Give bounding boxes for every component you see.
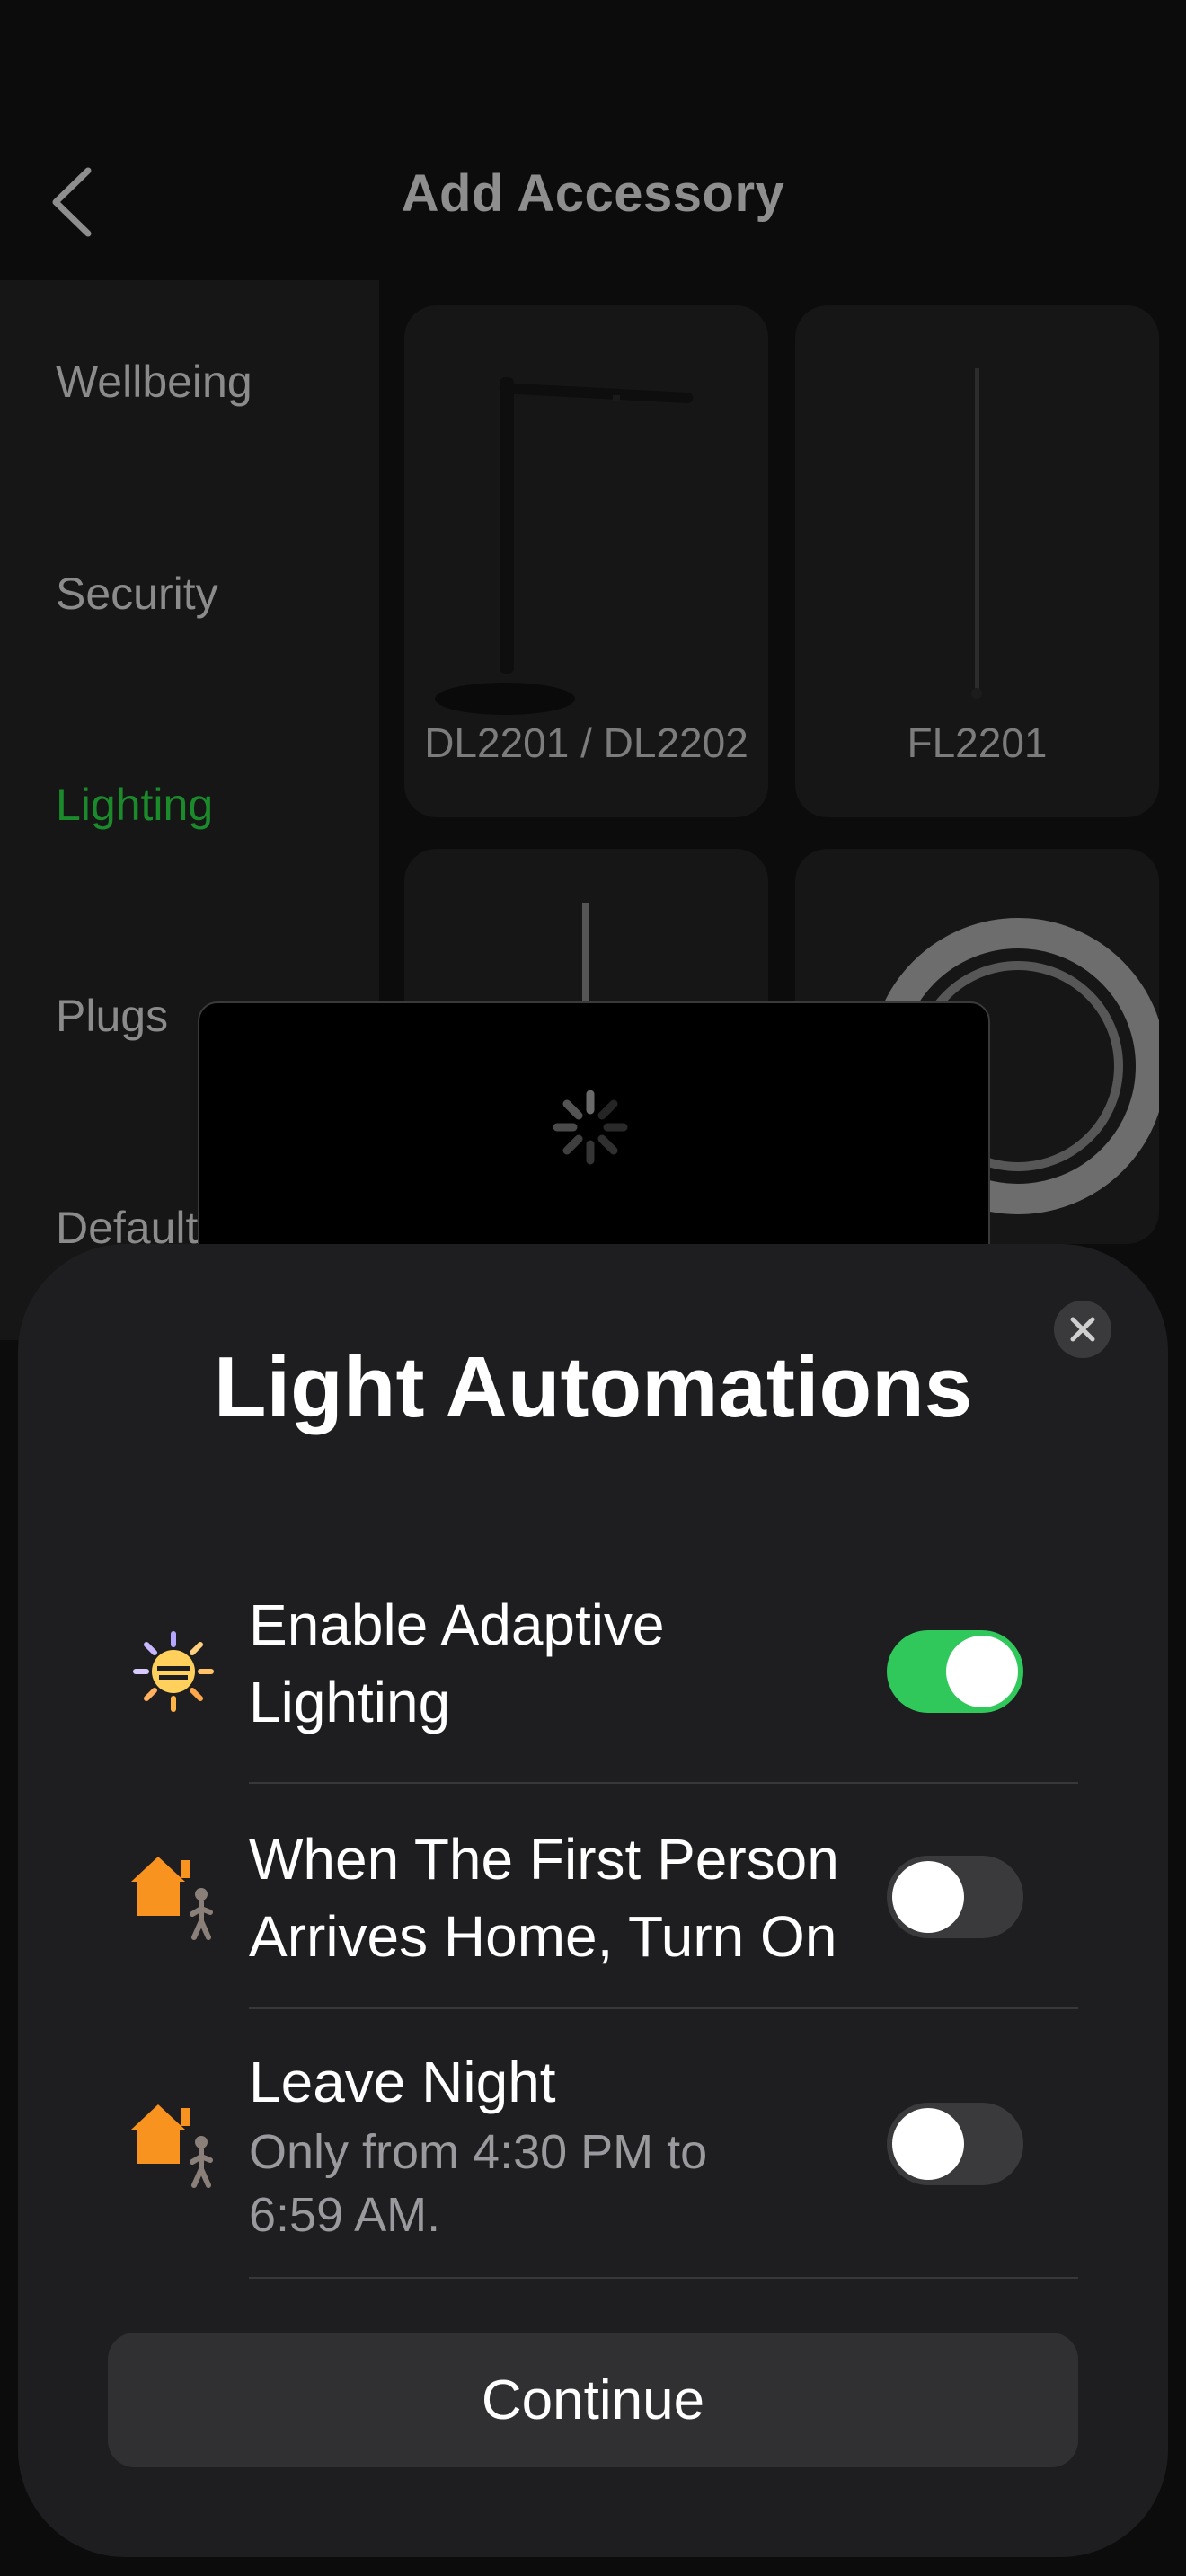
product-card-desk-lamp[interactable]: DL2201 / DL2202 bbox=[404, 305, 768, 817]
product-label: DL2201 / DL2202 bbox=[424, 719, 748, 766]
home-leave-icon bbox=[131, 2104, 213, 2188]
automation-label: When The First Person Arrives Home, Turn… bbox=[249, 1821, 878, 1975]
continue-button[interactable]: Continue bbox=[108, 2333, 1078, 2467]
toggle-knob bbox=[946, 1636, 1018, 1707]
divider bbox=[249, 1782, 1078, 1784]
divider bbox=[249, 2277, 1078, 2279]
automation-label-line: Leave Night bbox=[249, 2050, 556, 2114]
automation-subtitle-line: 6:59 AM. bbox=[249, 2188, 441, 2242]
automation-label-line: When The First Person bbox=[249, 1827, 839, 1892]
first-person-arrives-toggle[interactable] bbox=[887, 1856, 1023, 1938]
sidebar-item-wellbeing[interactable]: Wellbeing bbox=[56, 356, 252, 408]
automation-label: Enable Adaptive Lighting bbox=[249, 1586, 878, 1741]
floor-lamp-image bbox=[971, 368, 982, 699]
divider bbox=[249, 2007, 1078, 2009]
automation-label-line: Enable Adaptive bbox=[249, 1592, 665, 1657]
automation-label: Leave Night Only from 4:30 PM to 6:59 AM… bbox=[249, 2043, 878, 2246]
page-title: Add Accessory bbox=[401, 164, 785, 223]
home-arrive-icon bbox=[131, 1857, 213, 1940]
leave-night-toggle[interactable] bbox=[887, 2103, 1023, 2185]
automation-label-line: Lighting bbox=[249, 1670, 451, 1734]
sidebar-item-lighting[interactable]: Lighting bbox=[56, 779, 213, 831]
product-label: FL2201 bbox=[907, 719, 1048, 766]
product-card-floor-lamp[interactable]: FL2201 bbox=[795, 305, 1159, 817]
sidebar-item-plugs[interactable]: Plugs bbox=[56, 990, 168, 1042]
adaptive-lighting-toggle[interactable] bbox=[887, 1630, 1023, 1713]
sidebar-item-security[interactable]: Security bbox=[56, 568, 218, 620]
automation-subtitle-line: Only from 4:30 PM to bbox=[249, 2125, 708, 2179]
loading-spinner-icon bbox=[553, 1090, 628, 1165]
sheet-title: Light Automations bbox=[213, 1339, 973, 1435]
automation-label-line: Arrives Home, Turn On bbox=[249, 1904, 837, 1969]
toggle-knob bbox=[892, 2108, 964, 2180]
toggle-knob bbox=[892, 1861, 964, 1933]
adaptive-light-icon bbox=[133, 1631, 214, 1712]
desk-lamp-image bbox=[435, 377, 694, 715]
